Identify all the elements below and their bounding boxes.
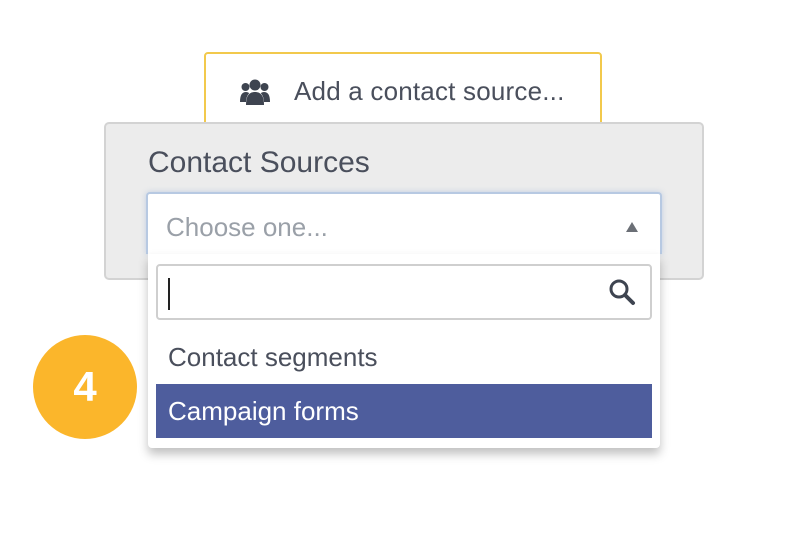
add-contact-source-button[interactable]: Add a contact source... — [204, 52, 602, 128]
dropdown-search-input[interactable] — [168, 272, 602, 314]
add-contact-source-label: Add a contact source... — [294, 76, 565, 106]
contact-source-select[interactable]: Choose one... — [146, 192, 662, 254]
triangle-up-icon[interactable] — [626, 222, 638, 232]
option-campaign-forms[interactable]: Campaign forms — [156, 384, 652, 438]
dropdown-search-box[interactable] — [156, 264, 652, 320]
search-icon — [609, 279, 635, 305]
option-contact-segments[interactable]: Contact segments — [156, 330, 652, 384]
step-badge: 4 — [33, 335, 137, 439]
select-dropdown: Contact segments Campaign forms — [148, 254, 660, 448]
users-icon — [240, 79, 270, 105]
text-cursor — [168, 278, 170, 310]
select-placeholder: Choose one... — [166, 212, 328, 242]
panel-title: Contact Sources — [148, 146, 370, 179]
campaign-builder-stage: Add a contact source... Contact Sources … — [0, 0, 800, 546]
